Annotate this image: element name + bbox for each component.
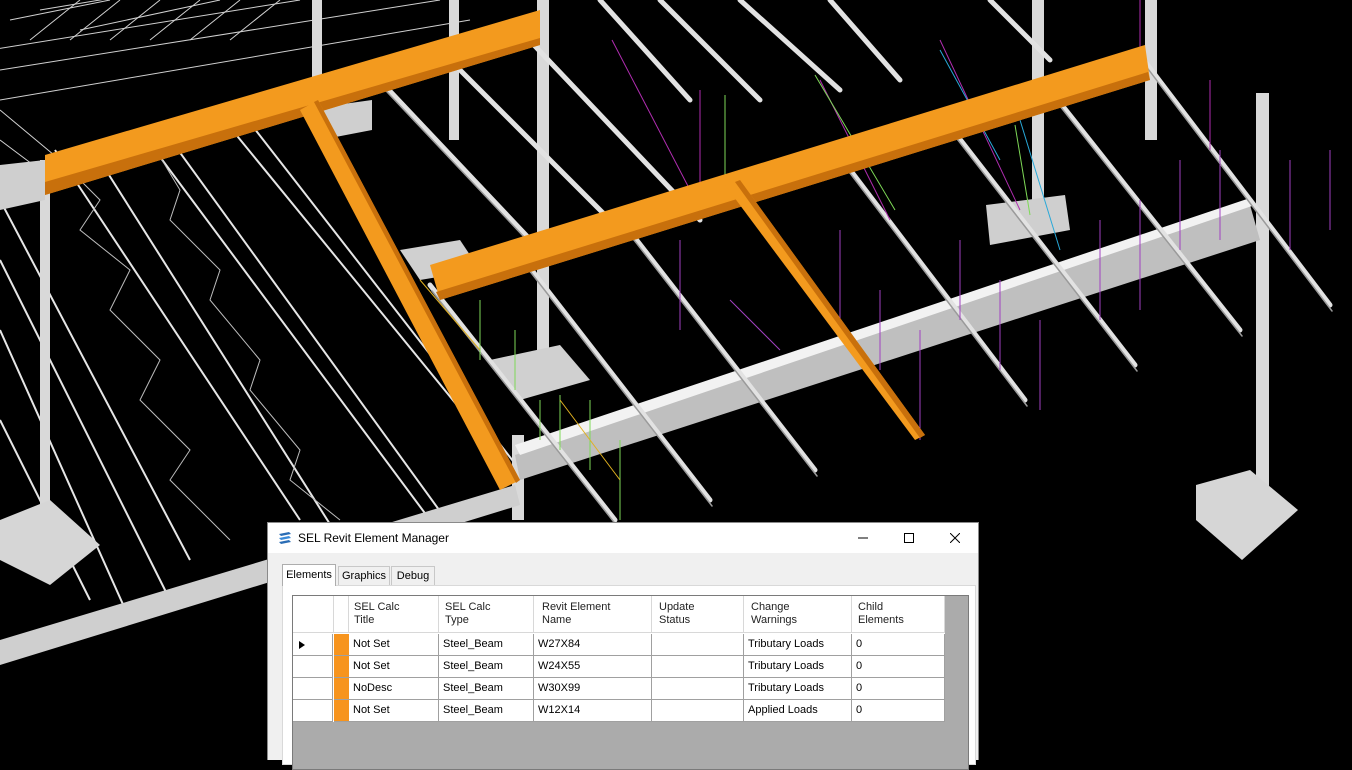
grid-corner-header xyxy=(293,596,334,633)
cell-type[interactable]: Steel_Beam xyxy=(439,656,534,678)
grid-header: SEL Calc Title SEL Calc Type Revit Element… xyxy=(293,596,945,634)
cell-change-warnings[interactable]: Applied Loads xyxy=(744,700,852,722)
cell-change-warnings[interactable]: Tributary Loads xyxy=(744,678,852,700)
cell-element-name[interactable]: W27X84 xyxy=(534,634,652,656)
cell-change-warnings[interactable]: Tributary Loads xyxy=(744,634,852,656)
elements-grid[interactable]: SEL Calc Title SEL Calc Type Revit Element… xyxy=(292,595,969,770)
row-header[interactable] xyxy=(293,700,333,722)
tab-debug[interactable]: Debug xyxy=(391,566,435,585)
minimize-icon xyxy=(858,537,868,539)
cell-update-status[interactable] xyxy=(652,678,744,700)
column-header-title[interactable]: SEL Calc Title xyxy=(349,596,439,633)
table-row[interactable]: NoDesc Steel_Beam W30X99 Tributary Loads… xyxy=(293,678,945,700)
close-button[interactable] xyxy=(932,523,978,553)
row-header[interactable] xyxy=(293,678,333,700)
column-header-child-elements[interactable]: Child Elements xyxy=(852,596,945,633)
cell-type[interactable]: Steel_Beam xyxy=(439,634,534,656)
tab-graphics[interactable]: Graphics xyxy=(338,566,390,585)
cell-update-status[interactable] xyxy=(652,634,744,656)
row-header[interactable] xyxy=(293,656,333,678)
row-color-marker xyxy=(334,656,349,678)
cell-title[interactable]: NoDesc xyxy=(349,678,439,700)
table-row[interactable]: Not Set Steel_Beam W24X55 Tributary Load… xyxy=(293,656,945,678)
column-header-update-status[interactable]: Update Status xyxy=(652,596,744,633)
tab-elements[interactable]: Elements xyxy=(282,564,336,586)
cell-title[interactable]: Not Set xyxy=(349,634,439,656)
color-column-header xyxy=(334,596,349,633)
cell-title[interactable]: Not Set xyxy=(349,656,439,678)
cell-child-elements[interactable]: 0 xyxy=(852,656,945,678)
cell-update-status[interactable] xyxy=(652,700,744,722)
row-pointer-icon xyxy=(299,641,305,649)
maximize-icon xyxy=(904,533,914,543)
maximize-button[interactable] xyxy=(886,523,932,553)
column-header-change-warnings[interactable]: Change Warnings xyxy=(744,596,852,633)
cell-element-name[interactable]: W12X14 xyxy=(534,700,652,722)
minimize-button[interactable] xyxy=(840,523,886,553)
table-row[interactable]: Not Set Steel_Beam W12X14 Applied Loads … xyxy=(293,700,945,722)
elements-tab-panel: SEL Calc Title SEL Calc Type Revit Element… xyxy=(282,585,976,770)
cell-type[interactable]: Steel_Beam xyxy=(439,678,534,700)
cell-title[interactable]: Not Set xyxy=(349,700,439,722)
cell-child-elements[interactable]: 0 xyxy=(852,634,945,656)
column-header-element-name[interactable]: Revit Element Name xyxy=(534,596,652,633)
row-color-marker xyxy=(334,678,349,700)
element-manager-window: SEL Revit Element Manager Elements Graph… xyxy=(267,522,979,770)
cell-child-elements[interactable]: 0 xyxy=(852,678,945,700)
sel-app-icon xyxy=(279,532,291,544)
row-color-marker xyxy=(334,634,349,656)
cell-update-status[interactable] xyxy=(652,656,744,678)
table-row[interactable]: Not Set Steel_Beam W27X84 Tributary Load… xyxy=(293,634,945,656)
window-title: SEL Revit Element Manager xyxy=(298,531,449,545)
cell-type[interactable]: Steel_Beam xyxy=(439,700,534,722)
close-icon xyxy=(950,533,960,543)
row-color-marker xyxy=(334,700,349,722)
column-header-type[interactable]: SEL Calc Type xyxy=(439,596,534,633)
cell-child-elements[interactable]: 0 xyxy=(852,700,945,722)
row-header[interactable] xyxy=(293,634,333,656)
cell-element-name[interactable]: W30X99 xyxy=(534,678,652,700)
cell-change-warnings[interactable]: Tributary Loads xyxy=(744,656,852,678)
cell-element-name[interactable]: W24X55 xyxy=(534,656,652,678)
title-bar[interactable]: SEL Revit Element Manager xyxy=(268,523,978,553)
